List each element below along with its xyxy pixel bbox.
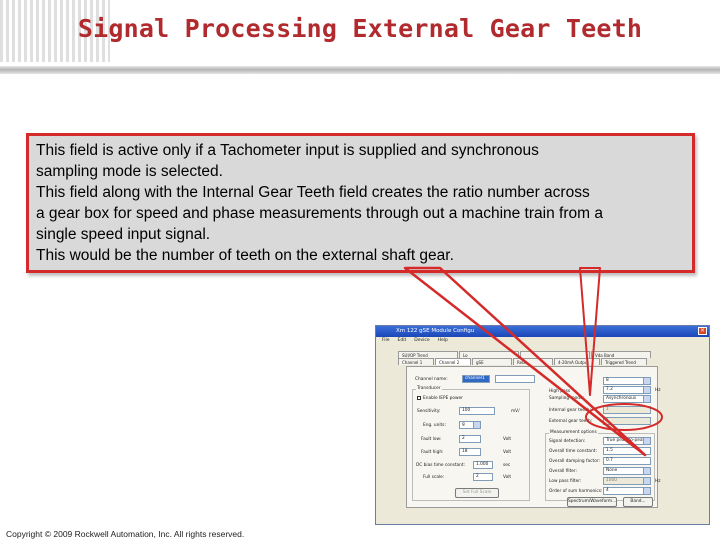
menu-file[interactable]: File bbox=[382, 337, 390, 345]
tab-row-2: Channel 1 Channel 2 gSE Rela 4-20mA Outp… bbox=[398, 358, 648, 365]
copyright-footer: Copyright © 2009 Rockwell Automation, In… bbox=[6, 529, 245, 539]
high-pass-label: High pass bbox=[549, 389, 571, 394]
order-harmonics-select[interactable]: 4 bbox=[603, 487, 651, 495]
external-gear-input[interactable]: 1 bbox=[603, 417, 651, 425]
fault-high-unit: Volt bbox=[503, 450, 512, 455]
tab-4-20ma-output[interactable]: 4-20mA Output bbox=[554, 358, 600, 365]
band-button[interactable]: Band... bbox=[623, 497, 653, 507]
high-pass-select[interactable]: 8 bbox=[603, 377, 651, 385]
low-pass-label: Low pass filter: bbox=[549, 479, 582, 484]
overall-damping-label: Overall damping factor: bbox=[549, 459, 600, 464]
channel-name-input[interactable]: channel1 bbox=[462, 375, 490, 383]
menu-device[interactable]: Device bbox=[414, 337, 429, 345]
transducer-group-label: Transducer bbox=[416, 386, 442, 391]
callout-line: a gear box for speed and phase measureme… bbox=[36, 205, 603, 222]
fault-high-input[interactable]: 18 bbox=[459, 448, 481, 456]
signal-detection-label: Signal detection: bbox=[549, 439, 586, 444]
callout-line: This would be the number of teeth on the… bbox=[36, 247, 454, 264]
callout-line: This field is active only if a Tachomete… bbox=[36, 142, 539, 159]
dc-bias-label: DC bias time constant: bbox=[416, 463, 466, 468]
enable-iepe-checkbox[interactable] bbox=[417, 396, 421, 400]
overall-time-label: Overall time constant: bbox=[549, 449, 597, 454]
overall-damping-input[interactable]: 0.7 bbox=[603, 457, 651, 465]
external-gear-label: External gear teeth: bbox=[549, 419, 593, 424]
dc-bias-unit: sec bbox=[503, 463, 511, 468]
close-icon[interactable]: × bbox=[698, 327, 707, 335]
callout-box: This field is active only if a Tachomete… bbox=[26, 133, 695, 273]
channel-name-extra[interactable] bbox=[495, 375, 535, 383]
set-full-scale-button[interactable]: Set Full Scale bbox=[455, 488, 499, 498]
tab-channel-1[interactable]: Channel 1 bbox=[398, 358, 434, 365]
full-scale-label: Full scale: bbox=[423, 475, 445, 480]
overall-time-input[interactable]: 1.5 bbox=[603, 447, 651, 455]
channel-name-label: Channel name: bbox=[415, 377, 448, 382]
order-harmonics-label: Order of sum harmonics: bbox=[549, 489, 603, 494]
dialog-menubar: File Edit Device Help bbox=[376, 337, 709, 345]
tab-triggered-trend[interactable]: Triggered Trend bbox=[601, 358, 647, 365]
title-divider bbox=[0, 66, 720, 74]
internal-gear-label: Internal gear teeth: bbox=[549, 408, 591, 413]
signal-detection-select[interactable]: True peak-to-peak bbox=[603, 437, 651, 445]
sensitivity-unit: mV/ bbox=[511, 409, 520, 414]
sensitivity-input[interactable]: 100 bbox=[459, 407, 495, 415]
high-pass-frequency-select[interactable]: 7.2 bbox=[603, 386, 651, 394]
sampling-mode-select[interactable]: Asynchronous bbox=[603, 395, 651, 403]
fault-low-unit: Volt bbox=[503, 437, 512, 442]
callout-line: This field along with the Internal Gear … bbox=[36, 184, 590, 201]
dialog-titlebar: Xm 122 gSE Module Configu × bbox=[376, 326, 709, 337]
enable-iepe-label: Enable IEPE power bbox=[423, 396, 463, 401]
measurement-options-label: Measurement options bbox=[549, 430, 598, 435]
module-configuration-dialog: Xm 122 gSE Module Configu × File Edit De… bbox=[375, 325, 710, 525]
transducer-group bbox=[412, 389, 530, 501]
dialog-title: Xm 122 gSE Module Configu bbox=[396, 328, 475, 334]
full-scale-unit: Volt bbox=[503, 475, 512, 480]
slide-title: Signal Processing External Gear Teeth bbox=[77, 14, 643, 43]
fault-high-label: Fault high: bbox=[421, 450, 444, 455]
high-pass-unit: Hz bbox=[655, 388, 661, 393]
tab-rela[interactable]: Rela bbox=[513, 358, 553, 365]
fault-low-label: Fault low: bbox=[421, 437, 442, 442]
tab-lo[interactable]: Lo bbox=[459, 351, 519, 358]
overall-filter-label: Overall filter: bbox=[549, 469, 578, 474]
callout-line: single speed input signal. bbox=[36, 226, 211, 243]
tab-gse[interactable]: gSE bbox=[472, 358, 512, 365]
full-scale-input[interactable]: 2 bbox=[473, 473, 493, 481]
menu-help[interactable]: Help bbox=[438, 337, 448, 345]
low-pass-select[interactable]: 1000 bbox=[603, 477, 651, 485]
tab-channel-2[interactable]: Channel 2 bbox=[435, 358, 471, 365]
spectrum-waveform-button[interactable]: Spectrum/Waveform... bbox=[567, 497, 617, 507]
low-pass-unit: Hz bbox=[655, 479, 661, 484]
channel-panel: Channel name: channel1 Transducer Enable… bbox=[406, 366, 661, 508]
tab-row-1: SUI/OP Trend Lo Vda Band bbox=[398, 351, 652, 358]
sampling-mode-label: Sampling mode: bbox=[549, 396, 585, 401]
eng-units-select[interactable]: g bbox=[459, 421, 481, 429]
tab-sui-op-trend[interactable]: SUI/OP Trend bbox=[398, 351, 458, 358]
overall-filter-select[interactable]: None bbox=[603, 467, 651, 475]
sensitivity-label: Sensitivity: bbox=[417, 409, 441, 414]
menu-edit[interactable]: Edit bbox=[398, 337, 407, 345]
fault-low-input[interactable]: 2 bbox=[459, 435, 481, 443]
tab-hidden[interactable] bbox=[520, 351, 590, 358]
internal-gear-input[interactable]: 1 bbox=[603, 406, 651, 414]
dc-bias-input[interactable]: 1.000 bbox=[473, 461, 493, 469]
tab-vda-band[interactable]: Vda Band bbox=[591, 351, 651, 358]
eng-units-label: Eng. units: bbox=[423, 423, 446, 428]
callout-line: sampling mode is selected. bbox=[36, 163, 223, 180]
